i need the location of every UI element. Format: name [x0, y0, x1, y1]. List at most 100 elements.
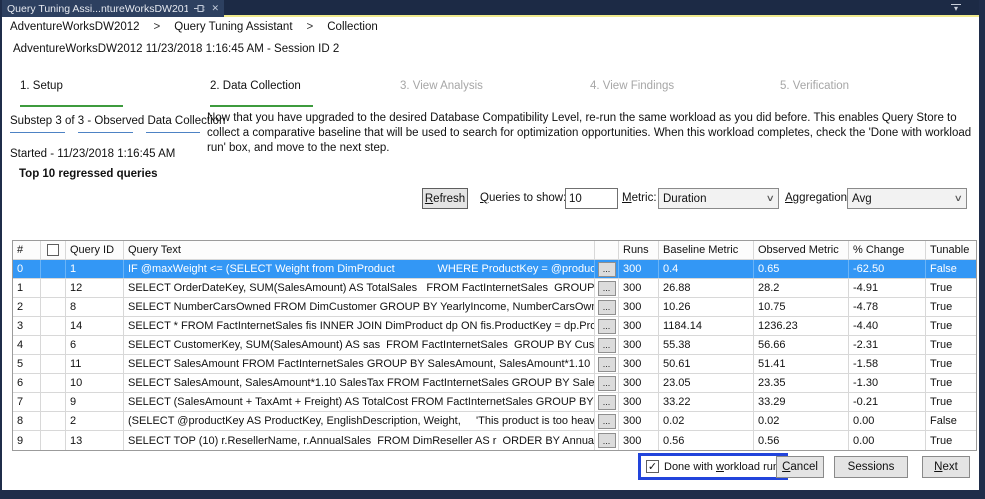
cell-observed-metric: 51.41 [754, 355, 849, 373]
cell-query-id: 1 [66, 260, 124, 278]
cell-runs: 300 [619, 393, 659, 411]
metric-label: Metric: [622, 192, 657, 204]
close-icon[interactable]: ✕ [211, 4, 219, 13]
wizard-step[interactable]: 3. View Analysis [400, 80, 590, 107]
select-all-checkbox[interactable] [47, 244, 59, 256]
window-menu-arrow-icon[interactable]: ▾ [951, 4, 961, 12]
pin-icon[interactable] [194, 4, 205, 13]
cell-query-id: 10 [66, 374, 124, 392]
cell-tunable: True [926, 279, 976, 297]
cell-row-number: 6 [13, 374, 41, 392]
wizard-step[interactable]: 1. Setup [20, 80, 210, 107]
breadcrumb-item[interactable]: Collection [327, 21, 378, 33]
header-percent-change[interactable]: % Change [849, 241, 926, 259]
cell-baseline-metric: 50.61 [659, 355, 754, 373]
cell-query-id: 2 [66, 412, 124, 430]
cell-runs: 300 [619, 431, 659, 450]
cell-checkbox [41, 336, 66, 354]
grid-header-row: # Query ID Query Text Runs Baseline Metr… [13, 241, 976, 260]
header-observed-metric[interactable]: Observed Metric [754, 241, 849, 259]
header-query-id[interactable]: Query ID [66, 241, 124, 259]
substep-label: Substep 3 of 3 - Observed Data Collectio… [10, 115, 225, 127]
cell-runs: 300 [619, 412, 659, 430]
metric-dropdown[interactable]: Duration ∨ [658, 188, 779, 209]
cell-query-id: 14 [66, 317, 124, 335]
query-text-ellipsis-button[interactable]: ... [598, 414, 616, 429]
query-text-ellipsis-button[interactable]: ... [598, 262, 616, 277]
table-row[interactable]: 01IF @maxWeight <= (SELECT Weight from D… [13, 260, 976, 279]
cell-row-number: 9 [13, 431, 41, 450]
table-row[interactable]: 79SELECT (SalesAmount + TaxAmt + Freight… [13, 393, 976, 412]
cell-row-number: 8 [13, 412, 41, 430]
document-tab[interactable]: Query Tuning Assi...ntureWorksDW2012] ✕ [2, 0, 224, 17]
cell-query-id: 11 [66, 355, 124, 373]
wizard-step-label: 2. Data Collection [210, 80, 400, 92]
breadcrumb-item[interactable]: Query Tuning Assistant [174, 21, 292, 33]
sessions-button[interactable]: Sessions [834, 456, 908, 478]
metric-selected-value: Duration [663, 193, 767, 205]
queries-to-show-input[interactable] [565, 188, 618, 209]
cell-ellipsis: ... [595, 336, 619, 354]
cell-tunable: False [926, 260, 976, 278]
cell-runs: 300 [619, 355, 659, 373]
cancel-button[interactable]: Cancel [776, 456, 824, 478]
cell-query-text: (SELECT @productKey AS ProductKey, Engli… [124, 412, 595, 430]
wizard-step[interactable]: 5. Verification [780, 80, 970, 107]
query-text-ellipsis-button[interactable]: ... [598, 376, 616, 391]
wizard-step-underline [400, 105, 503, 107]
breadcrumb-item[interactable]: AdventureWorksDW2012 [10, 21, 140, 33]
done-with-workload-checkbox[interactable]: ✓ [646, 460, 659, 473]
cell-percent-change: -2.31 [849, 336, 926, 354]
table-row[interactable]: 610SELECT SalesAmount, SalesAmount*1.10 … [13, 374, 976, 393]
cell-checkbox [41, 431, 66, 450]
cell-runs: 300 [619, 298, 659, 316]
cell-query-text: SELECT TOP (10) r.ResellerName, r.Annual… [124, 431, 595, 450]
cell-checkbox [41, 317, 66, 335]
cell-checkbox [41, 279, 66, 297]
header-row-number[interactable]: # [13, 241, 41, 259]
cell-ellipsis: ... [595, 260, 619, 278]
query-text-ellipsis-button[interactable]: ... [598, 300, 616, 315]
aggregation-dropdown[interactable]: Avg ∨ [847, 188, 967, 209]
cell-percent-change: -1.58 [849, 355, 926, 373]
wizard-step[interactable]: 4. View Findings [590, 80, 780, 107]
query-text-ellipsis-button[interactable]: ... [598, 338, 616, 353]
cell-observed-metric: 0.02 [754, 412, 849, 430]
cell-runs: 300 [619, 317, 659, 335]
cell-percent-change: -4.91 [849, 279, 926, 297]
query-text-ellipsis-button[interactable]: ... [598, 281, 616, 296]
cell-baseline-metric: 0.4 [659, 260, 754, 278]
wizard-step-underline [780, 105, 883, 107]
header-baseline-metric[interactable]: Baseline Metric [659, 241, 754, 259]
header-query-text[interactable]: Query Text [124, 241, 595, 259]
cell-checkbox [41, 260, 66, 278]
cell-baseline-metric: 55.38 [659, 336, 754, 354]
table-row[interactable]: 8 2(SELECT @productKey AS ProductKey, Eng… [13, 412, 976, 431]
cell-checkbox [41, 355, 66, 373]
query-text-ellipsis-button[interactable]: ... [598, 319, 616, 334]
header-runs[interactable]: Runs [619, 241, 659, 259]
table-row[interactable]: 112SELECT OrderDateKey, SUM(SalesAmount)… [13, 279, 976, 298]
wizard-step-label: 5. Verification [780, 80, 970, 92]
cell-baseline-metric: 1184.14 [659, 317, 754, 335]
query-text-ellipsis-button[interactable]: ... [598, 395, 616, 410]
wizard-step[interactable]: 2. Data Collection [210, 80, 400, 107]
table-row[interactable]: 314SELECT * FROM FactInternetSales fis I… [13, 317, 976, 336]
wizard-step-underline [20, 105, 123, 107]
cell-ellipsis: ... [595, 431, 619, 450]
table-row[interactable]: 46SELECT CustomerKey, SUM(SalesAmount) A… [13, 336, 976, 355]
done-with-workload-label: Done with workload run [664, 461, 779, 473]
query-text-ellipsis-button[interactable]: ... [598, 433, 616, 448]
table-row[interactable]: 511SELECT SalesAmount FROM FactInternetS… [13, 355, 976, 374]
cell-ellipsis: ... [595, 355, 619, 373]
refresh-button[interactable]: Refresh [422, 188, 468, 209]
table-row[interactable]: 913SELECT TOP (10) r.ResellerName, r.Ann… [13, 431, 976, 450]
next-button[interactable]: Next [922, 456, 970, 478]
table-row[interactable]: 28SELECT NumberCarsOwned FROM DimCustome… [13, 298, 976, 317]
cell-observed-metric: 33.29 [754, 393, 849, 411]
query-text-ellipsis-button[interactable]: ... [598, 357, 616, 372]
header-tunable[interactable]: Tunable [926, 241, 976, 259]
cell-percent-change: -1.30 [849, 374, 926, 392]
cell-observed-metric: 23.35 [754, 374, 849, 392]
cell-query-text: SELECT OrderDateKey, SUM(SalesAmount) AS… [124, 279, 595, 297]
